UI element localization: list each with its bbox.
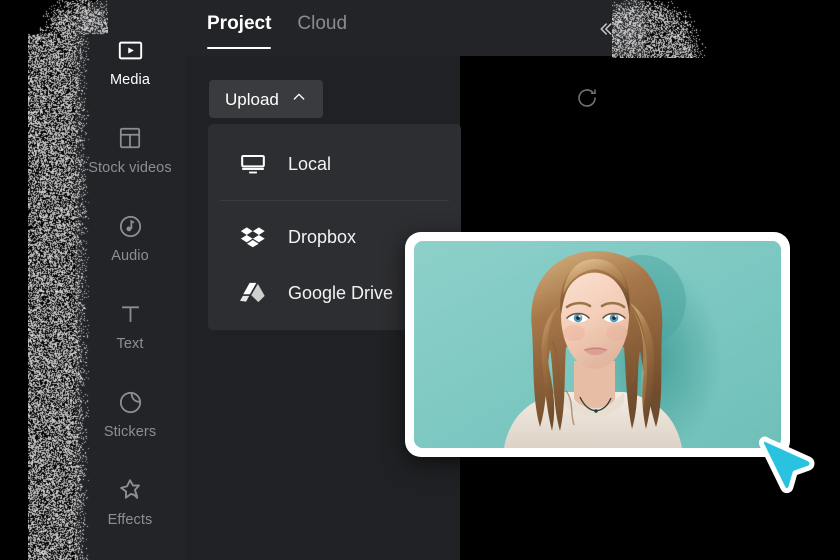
tab-cloud[interactable]: Cloud xyxy=(297,14,347,49)
app-window: Media Stock videos Audio Text Stickers E… xyxy=(0,0,840,560)
audio-note-icon xyxy=(116,212,144,240)
menu-item-label: Dropbox xyxy=(288,228,356,246)
google-drive-icon xyxy=(240,280,266,306)
sidebar-item-effects[interactable]: Effects xyxy=(75,458,185,546)
upload-button-label: Upload xyxy=(225,91,279,108)
chevron-double-left-icon[interactable] xyxy=(592,16,618,42)
dropbox-icon xyxy=(240,224,266,250)
sidebar-item-label: Audio xyxy=(111,249,149,264)
sticker-circle-icon xyxy=(116,388,144,416)
sidebar-item-label: Text xyxy=(117,337,144,352)
menu-separator xyxy=(220,200,449,201)
effects-sparkle-icon xyxy=(116,476,144,504)
media-play-icon xyxy=(116,36,144,64)
tab-label: Project xyxy=(207,13,271,34)
tab-label: Cloud xyxy=(297,13,347,34)
menu-item-local[interactable]: Local xyxy=(208,136,461,192)
sidebar-item-audio[interactable]: Audio xyxy=(75,194,185,282)
sidebar-item-stock-videos[interactable]: Stock videos xyxy=(75,106,185,194)
upload-button[interactable]: Upload xyxy=(209,80,323,118)
layout-grid-icon xyxy=(116,124,144,152)
sidebar-rail: Media Stock videos Audio Text Stickers E… xyxy=(75,0,185,560)
monitor-icon xyxy=(240,151,266,177)
sidebar-item-stickers[interactable]: Stickers xyxy=(75,370,185,458)
sidebar-item-media[interactable]: Media xyxy=(75,18,185,106)
text-t-icon xyxy=(116,300,144,328)
panel-tabs: Project Cloud xyxy=(207,14,347,49)
sidebar-item-label: Stickers xyxy=(104,425,156,440)
media-preview-image xyxy=(414,241,781,448)
menu-item-label: Local xyxy=(288,155,331,173)
media-preview-card[interactable] xyxy=(405,232,790,457)
sidebar-item-label: Effects xyxy=(108,513,153,528)
chevron-up-icon xyxy=(291,89,307,110)
sidebar-item-label: Stock videos xyxy=(88,161,171,176)
menu-item-label: Google Drive xyxy=(288,284,393,302)
sidebar-item-label: Media xyxy=(110,73,150,88)
tab-project[interactable]: Project xyxy=(207,14,271,49)
refresh-icon[interactable] xyxy=(575,86,599,110)
sidebar-item-text[interactable]: Text xyxy=(75,282,185,370)
